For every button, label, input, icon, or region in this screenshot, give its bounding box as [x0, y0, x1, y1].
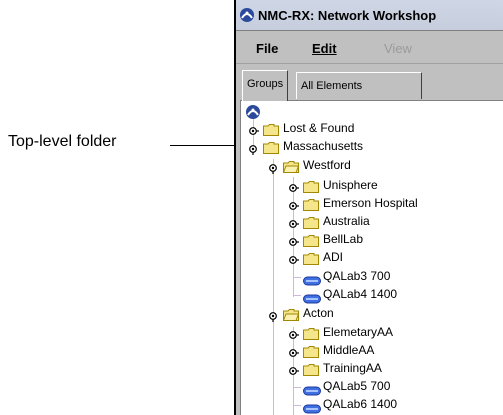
tree-node[interactable]: BellLab [241, 232, 501, 248]
tree-connector [293, 295, 301, 296]
menu-edit[interactable]: Edit [312, 41, 337, 56]
open-folder-icon [282, 308, 300, 321]
tree-node-label: ElemetaryAA [323, 325, 394, 339]
folder-icon [303, 198, 319, 211]
tree-node-label: Acton [303, 306, 334, 320]
tree-node-label: QALab3 700 [323, 269, 391, 283]
tree-node-label: Unisphere [323, 178, 378, 192]
network-device-icon [303, 401, 321, 414]
callout-label: Top-level folder [8, 133, 117, 150]
tree-node[interactable]: Lost & Found [241, 121, 501, 137]
tree-node-label: TrainingAA [323, 361, 382, 375]
tree-node-label: ADI [323, 250, 344, 264]
tree-node-label: MiddleAA [323, 343, 375, 357]
tree-connector [293, 387, 301, 388]
collapsed-toggle-icon[interactable] [289, 328, 299, 339]
tree-node[interactable]: QALab4 1400 [241, 287, 501, 304]
tree-node-label: Emerson Hospital [323, 196, 418, 210]
tree-node[interactable]: QALab3 700 [241, 269, 501, 286]
folder-icon [303, 363, 319, 376]
tree-node-label: QALab6 1400 [323, 397, 398, 411]
collapsed-toggle-icon[interactable] [289, 364, 299, 375]
collapsed-toggle-icon[interactable] [289, 199, 299, 210]
folder-icon [303, 345, 319, 358]
window-title: NMC-RX: Network Workshop [258, 8, 437, 23]
tree-node-label: Massachusetts [283, 139, 364, 153]
tree-node[interactable]: Massachusetts [241, 139, 501, 155]
collapsed-toggle-icon[interactable] [249, 124, 259, 135]
collapsed-toggle-icon[interactable] [289, 181, 299, 192]
menu-bar: File Edit View [236, 31, 503, 64]
collapsed-toggle-icon[interactable] [289, 235, 299, 246]
tab-groups[interactable]: Groups [242, 70, 289, 101]
network-device-icon [303, 383, 321, 396]
menu-file[interactable]: File [256, 41, 278, 56]
network-device-icon [303, 291, 321, 304]
tree-node[interactable]: Westford [241, 158, 501, 174]
folder-icon [303, 327, 319, 340]
tree-node[interactable]: Acton [241, 306, 501, 322]
folder-icon [303, 180, 319, 193]
menu-view[interactable]: View [384, 41, 412, 56]
tree-node[interactable]: QALab6 1400 [241, 397, 501, 414]
tree-node-label: BellLab [323, 232, 364, 246]
open-folder-icon [282, 160, 300, 173]
tree-node[interactable]: ElemetaryAA [241, 325, 501, 341]
tree-node[interactable]: QALab5 700 [241, 379, 501, 396]
folder-icon [303, 252, 319, 265]
folder-icon [303, 234, 319, 247]
tree-node-label: Westford [303, 158, 351, 172]
tree-node[interactable]: Emerson Hospital [241, 196, 501, 212]
tree-connector [293, 277, 301, 278]
tree-node-label: Australia [323, 214, 370, 228]
network-device-icon [303, 273, 321, 286]
folder-icon [263, 123, 279, 136]
expanded-toggle-icon[interactable] [269, 161, 279, 174]
expanded-toggle-icon[interactable] [249, 142, 259, 155]
app-logo-icon [240, 8, 254, 22]
expanded-toggle-icon[interactable] [269, 309, 279, 322]
collapsed-toggle-icon[interactable] [289, 217, 299, 228]
title-bar[interactable]: NMC-RX: Network Workshop [236, 0, 503, 31]
tree-connector [293, 405, 301, 406]
tree-node-label: QALab5 700 [323, 379, 391, 393]
folder-icon [303, 216, 319, 229]
tab-all-elements[interactable]: All Elements [296, 72, 422, 99]
tree-node[interactable]: Unisphere [241, 178, 501, 194]
tree-node[interactable]: MiddleAA [241, 343, 501, 359]
tree-node[interactable]: ADI [241, 250, 501, 266]
collapsed-toggle-icon[interactable] [289, 253, 299, 264]
app-window: NMC-RX: Network Workshop File Edit View … [234, 0, 503, 415]
tree-node[interactable]: Australia [241, 214, 501, 230]
tab-strip: Groups All Elements [236, 70, 503, 102]
root-node-icon[interactable] [245, 104, 261, 120]
tree-node[interactable]: TrainingAA [241, 361, 501, 377]
collapsed-toggle-icon[interactable] [289, 346, 299, 357]
tree-node-label: Lost & Found [283, 121, 355, 135]
tree-node-label: QALab4 1400 [323, 287, 398, 301]
folder-icon [263, 141, 279, 154]
tree-panel: Lost & Found Massachusetts Westford Unis… [240, 100, 503, 415]
